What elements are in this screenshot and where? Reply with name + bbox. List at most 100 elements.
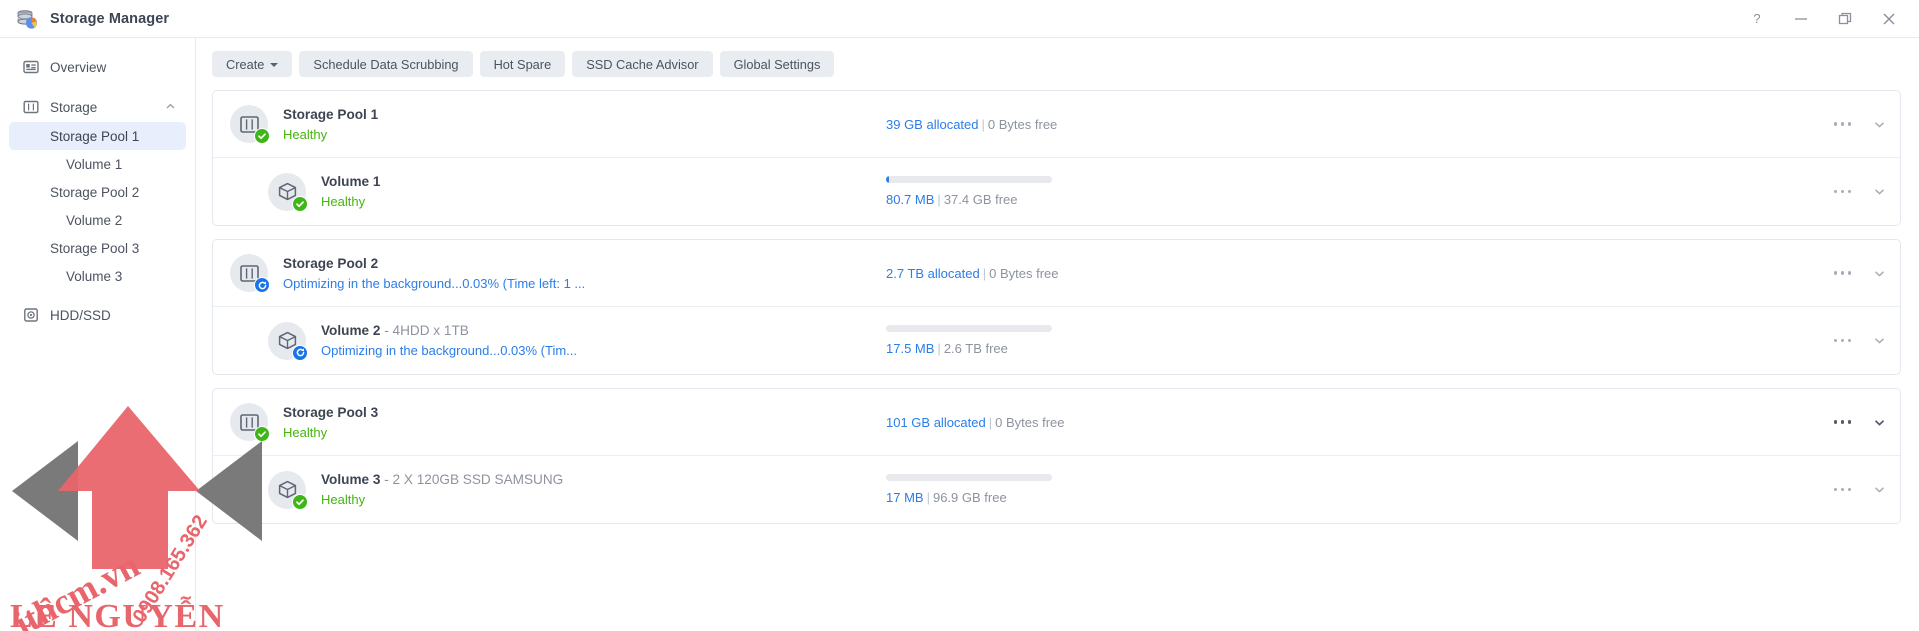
storage-pool-row[interactable]: Storage Pool 2 Optimizing in the backgro… [213, 240, 1900, 306]
volume-free-text: 37.4 GB free [943, 192, 1018, 207]
pool-capacity-line: 2.7 TB allocated | 0 Bytes free [886, 265, 1059, 281]
title-bar-left: Storage Manager [0, 8, 169, 30]
create-button[interactable]: Create [212, 51, 293, 77]
volume-icon-wrap [268, 321, 308, 361]
volume-row[interactable]: Volume 2 - 4HDD x 1TB Optimizing in the … [213, 306, 1900, 374]
help-button[interactable]: ? [1735, 1, 1779, 37]
minimize-button[interactable] [1779, 1, 1823, 37]
volume-used-link[interactable]: 80.7 MB [886, 192, 934, 207]
volume-meta: 80.7 MB | 37.4 GB free [886, 158, 1052, 225]
pool-row-actions [1833, 118, 1887, 131]
maximize-button[interactable] [1823, 1, 1867, 37]
pool-free-text: 0 Bytes free [987, 116, 1058, 132]
chevron-down-icon[interactable] [1873, 416, 1886, 429]
sidebar-sub-label: Storage Pool 3 [50, 240, 140, 256]
sidebar-item-volume-2[interactable]: Volume 2 [9, 206, 186, 234]
volume-icon-wrap [268, 470, 308, 510]
more-options-icon[interactable] [1833, 122, 1851, 126]
volume-row-actions [1833, 483, 1887, 496]
chevron-down-icon[interactable] [1873, 185, 1886, 198]
storage-pool-row[interactable]: Storage Pool 3 Healthy 101 GB allocated |… [213, 389, 1900, 455]
chevron-down-icon[interactable] [1873, 483, 1886, 496]
volume-usage-bar [886, 325, 1052, 332]
storage-manager-window: Storage Manager ? Overview Storage Stora… [0, 0, 1919, 631]
sidebar-item-label: Overview [50, 59, 107, 75]
volume-capacity-line: 80.7 MB | 37.4 GB free [886, 192, 1018, 207]
sidebar-item-storage-pool-1[interactable]: Storage Pool 1 [9, 122, 186, 150]
pool-free-text: 0 Bytes free [995, 414, 1065, 430]
pool-row-actions [1833, 267, 1887, 280]
volume-status: Optimizing in the background...0.03% (Ti… [321, 343, 578, 358]
sidebar-item-overview[interactable]: Overview [9, 52, 186, 82]
volume-status: Healthy [321, 194, 366, 209]
sidebar-item-hdd-ssd[interactable]: HDD/SSD [9, 300, 186, 330]
volume-name-label: Volume 1 [321, 174, 381, 189]
pool-allocated-link[interactable]: 2.7 TB allocated [886, 266, 980, 281]
sidebar-item-volume-3[interactable]: Volume 3 [9, 262, 186, 290]
volume-used-link[interactable]: 17 MB [886, 490, 924, 505]
volume-row[interactable]: Volume 3 - 2 X 120GB SSD SAMSUNG Healthy… [213, 455, 1900, 523]
volume-name: Volume 3 - 2 X 120GB SSD SAMSUNG [321, 472, 563, 487]
volume-usage-fill [886, 176, 890, 183]
chevron-up-icon[interactable] [165, 100, 176, 115]
volume-free-text: 96.9 GB free [932, 490, 1007, 505]
pool-row-actions [1833, 416, 1887, 429]
volume-used-link[interactable]: 17.5 MB [886, 341, 934, 356]
sidebar-group-label: Storage [50, 99, 98, 115]
storage-pool-row[interactable]: Storage Pool 1 Healthy 39 GB allocated | 0… [213, 91, 1900, 157]
pool-text: Storage Pool 2 Optimizing in the backgro… [283, 256, 585, 291]
caret-down-icon [270, 63, 279, 67]
pool-meta: 101 GB allocated | 0 Bytes free [886, 389, 1065, 455]
title-bar: Storage Manager ? [0, 0, 1919, 38]
pool-name: Storage Pool 2 [283, 255, 379, 271]
storage-pool-card: Storage Pool 3 Healthy 101 GB allocated |… [212, 388, 1901, 524]
chevron-down-icon[interactable] [1873, 267, 1886, 280]
pool-capacity-line: 39 GB allocated | 0 Bytes free [886, 116, 1058, 132]
volume-subtitle: - 2 X 120GB SSD SAMSUNG [384, 472, 564, 487]
volume-usage-bar [886, 474, 1052, 481]
more-options-icon[interactable] [1833, 271, 1851, 275]
more-options-icon[interactable] [1833, 338, 1851, 343]
schedule-data-scrubbing-button[interactable]: Schedule Data Scrubbing [299, 51, 473, 77]
overview-icon [23, 59, 39, 75]
sidebar-group-storage[interactable]: Storage [9, 92, 186, 122]
chevron-down-icon[interactable] [1873, 334, 1886, 347]
sidebar-item-storage-pool-3[interactable]: Storage Pool 3 [9, 234, 186, 262]
volume-name-label: Volume 3 [321, 472, 381, 487]
close-button[interactable] [1867, 1, 1911, 37]
pool-allocated-link[interactable]: 39 GB allocated [886, 117, 979, 132]
pool-text: Storage Pool 3 Healthy [283, 405, 378, 440]
hot-spare-label: Hot Spare [493, 56, 552, 72]
ssd-cache-advisor-button[interactable]: SSD Cache Advisor [572, 51, 713, 77]
volume-usage-bar [886, 176, 1052, 183]
volume-text: Volume 2 - 4HDD x 1TB Optimizing in the … [321, 323, 577, 358]
volume-icon-wrap [268, 172, 308, 212]
storage-pool-card: Storage Pool 2 Optimizing in the backgro… [212, 239, 1901, 375]
sidebar-item-storage-pool-2[interactable]: Storage Pool 2 [9, 178, 186, 206]
volume-capacity-line: 17 MB | 96.9 GB free [886, 490, 1007, 505]
sidebar-sub-label: Volume 2 [66, 212, 123, 228]
volume-capacity-line: 17.5 MB | 2.6 TB free [886, 341, 1008, 356]
volume-subtitle: - 4HDD x 1TB [384, 323, 469, 338]
schedule-data-scrubbing-label: Schedule Data Scrubbing [313, 56, 459, 72]
window-controls: ? [1735, 1, 1919, 37]
pool-name: Storage Pool 1 [283, 106, 379, 122]
pool-status: Optimizing in the background...0.03% (Ti… [283, 275, 586, 291]
volume-row-actions [1833, 334, 1887, 347]
sidebar-item-volume-1[interactable]: Volume 1 [9, 150, 186, 178]
pool-allocated-link[interactable]: 101 GB allocated [886, 415, 986, 430]
pool-status: Healthy [283, 126, 328, 142]
more-options-icon[interactable] [1833, 189, 1851, 194]
more-options-icon[interactable] [1833, 487, 1851, 492]
volume-name: Volume 2 - 4HDD x 1TB [321, 323, 577, 338]
volume-row[interactable]: Volume 1 Healthy 80.7 MB | 37.4 GB free [213, 157, 1900, 225]
storage-pool-card: Storage Pool 1 Healthy 39 GB allocated | 0… [212, 90, 1901, 226]
check-badge-icon [254, 426, 270, 442]
chevron-down-icon[interactable] [1873, 118, 1886, 131]
hot-spare-button[interactable]: Hot Spare [479, 51, 566, 77]
more-options-icon[interactable] [1833, 420, 1851, 424]
toolbar: Create Schedule Data Scrubbing Hot Spare… [212, 51, 1901, 77]
global-settings-button[interactable]: Global Settings [719, 51, 835, 77]
sync-badge-icon [292, 344, 308, 361]
main-content: Create Schedule Data Scrubbing Hot Spare… [196, 38, 1919, 631]
